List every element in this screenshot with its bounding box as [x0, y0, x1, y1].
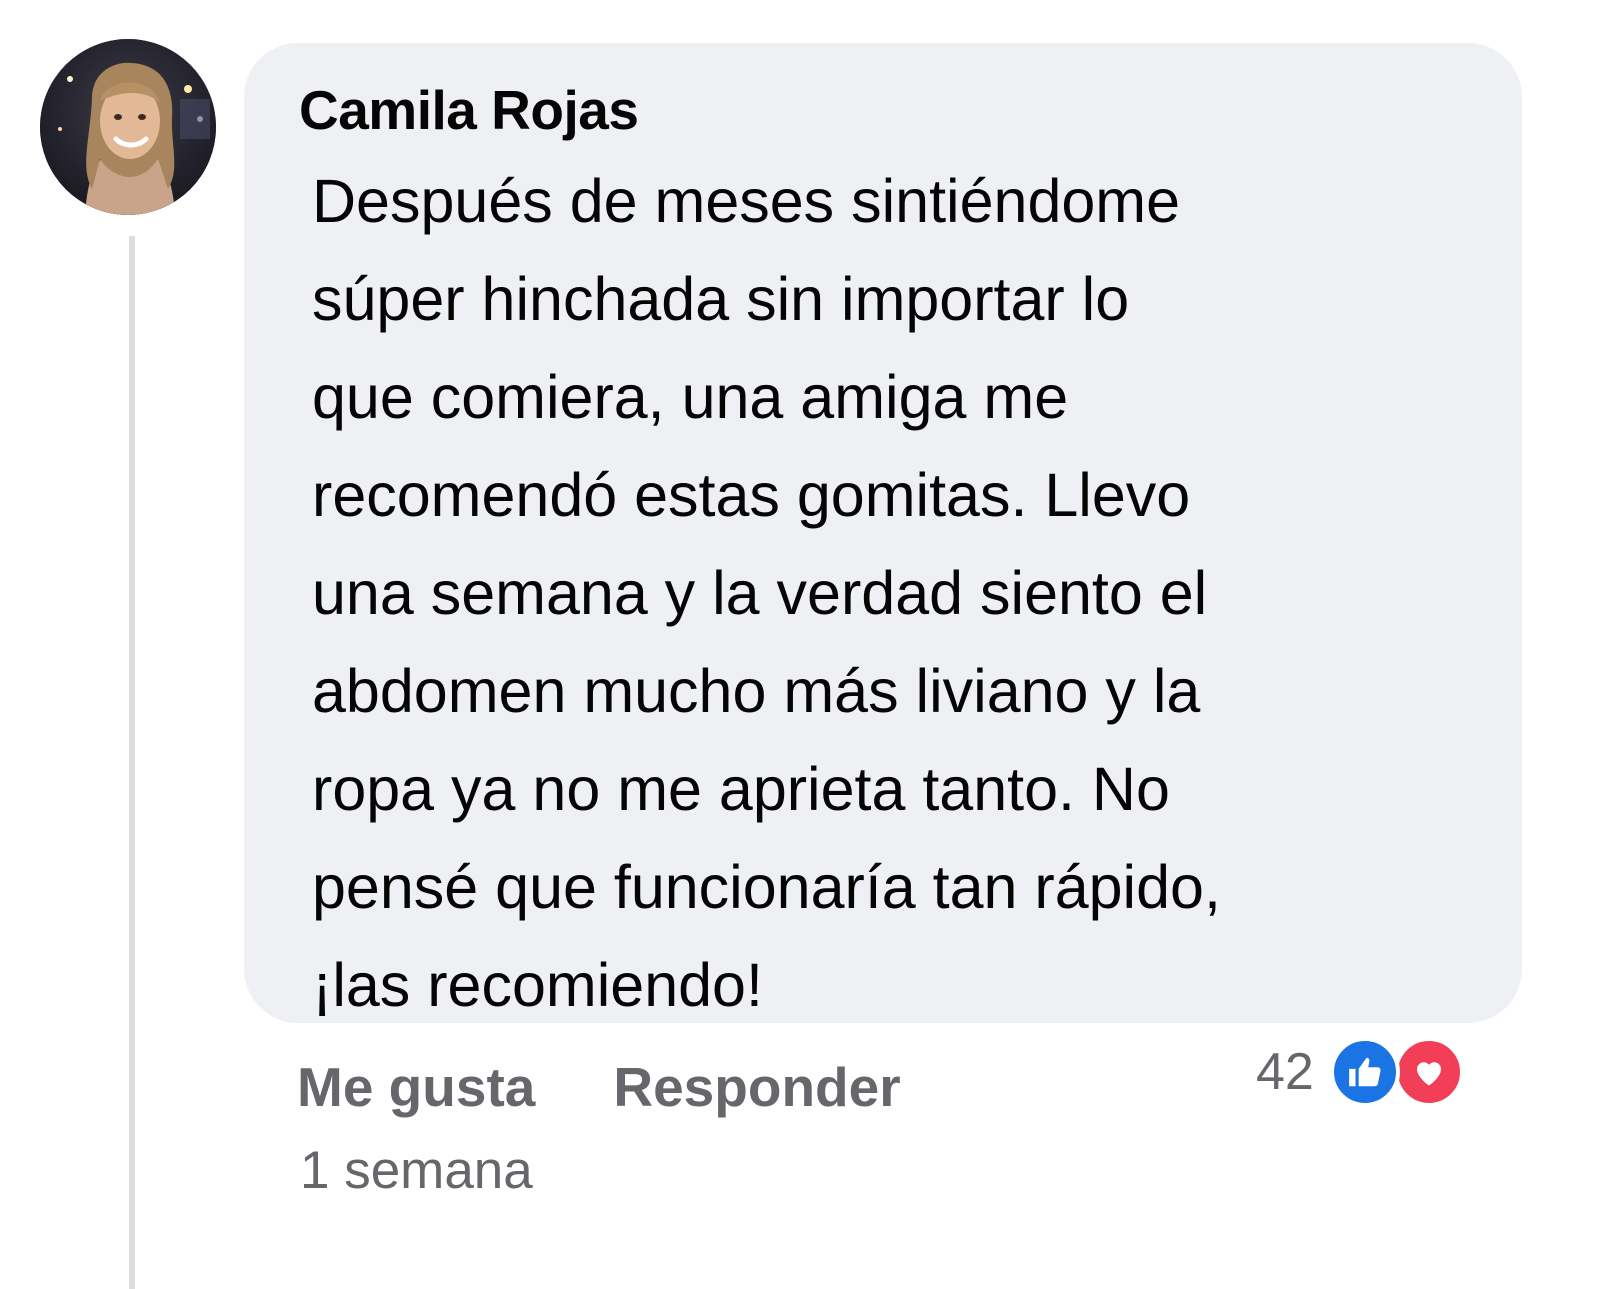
profile-photo-icon — [40, 39, 216, 215]
reply-button[interactable]: Responder — [613, 1056, 900, 1118]
comment-text-line: abdomen mucho más liviano y la — [312, 657, 1201, 725]
comment-actions: Me gusta Responder — [297, 1055, 901, 1119]
love-icon — [1393, 1037, 1464, 1107]
like-button[interactable]: Me gusta — [297, 1056, 535, 1118]
reaction-count: 42 — [1256, 1043, 1314, 1101]
comment-text-line: Después de meses sintiéndome — [312, 167, 1181, 235]
avatar[interactable] — [40, 39, 216, 215]
like-icon — [1329, 1037, 1400, 1107]
comment-text-line: ¡las recomiendo! — [312, 951, 763, 1019]
thread-line — [129, 236, 135, 1289]
comment-text-line: que comiera, una amiga me — [312, 363, 1069, 431]
comment-text-line: ropa ya no me aprieta tanto. No — [312, 755, 1170, 823]
comment-text-line: pensé que funcionaría tan rápido, — [312, 853, 1221, 921]
comment-author[interactable]: Camila Rojas — [299, 78, 639, 142]
reactions-summary[interactable]: 42 — [1256, 1036, 1464, 1108]
comment-text-line: súper hinchada sin importar lo — [312, 265, 1130, 333]
comment-timestamp[interactable]: 1 semana — [300, 1140, 533, 1201]
comment-text-line: recomendó estas gomitas. Llevo — [312, 461, 1191, 529]
comment-text-line: una semana y la verdad siento el — [312, 559, 1208, 627]
comment-text: Después de meses sintiéndome súper hinch… — [312, 152, 1492, 1034]
